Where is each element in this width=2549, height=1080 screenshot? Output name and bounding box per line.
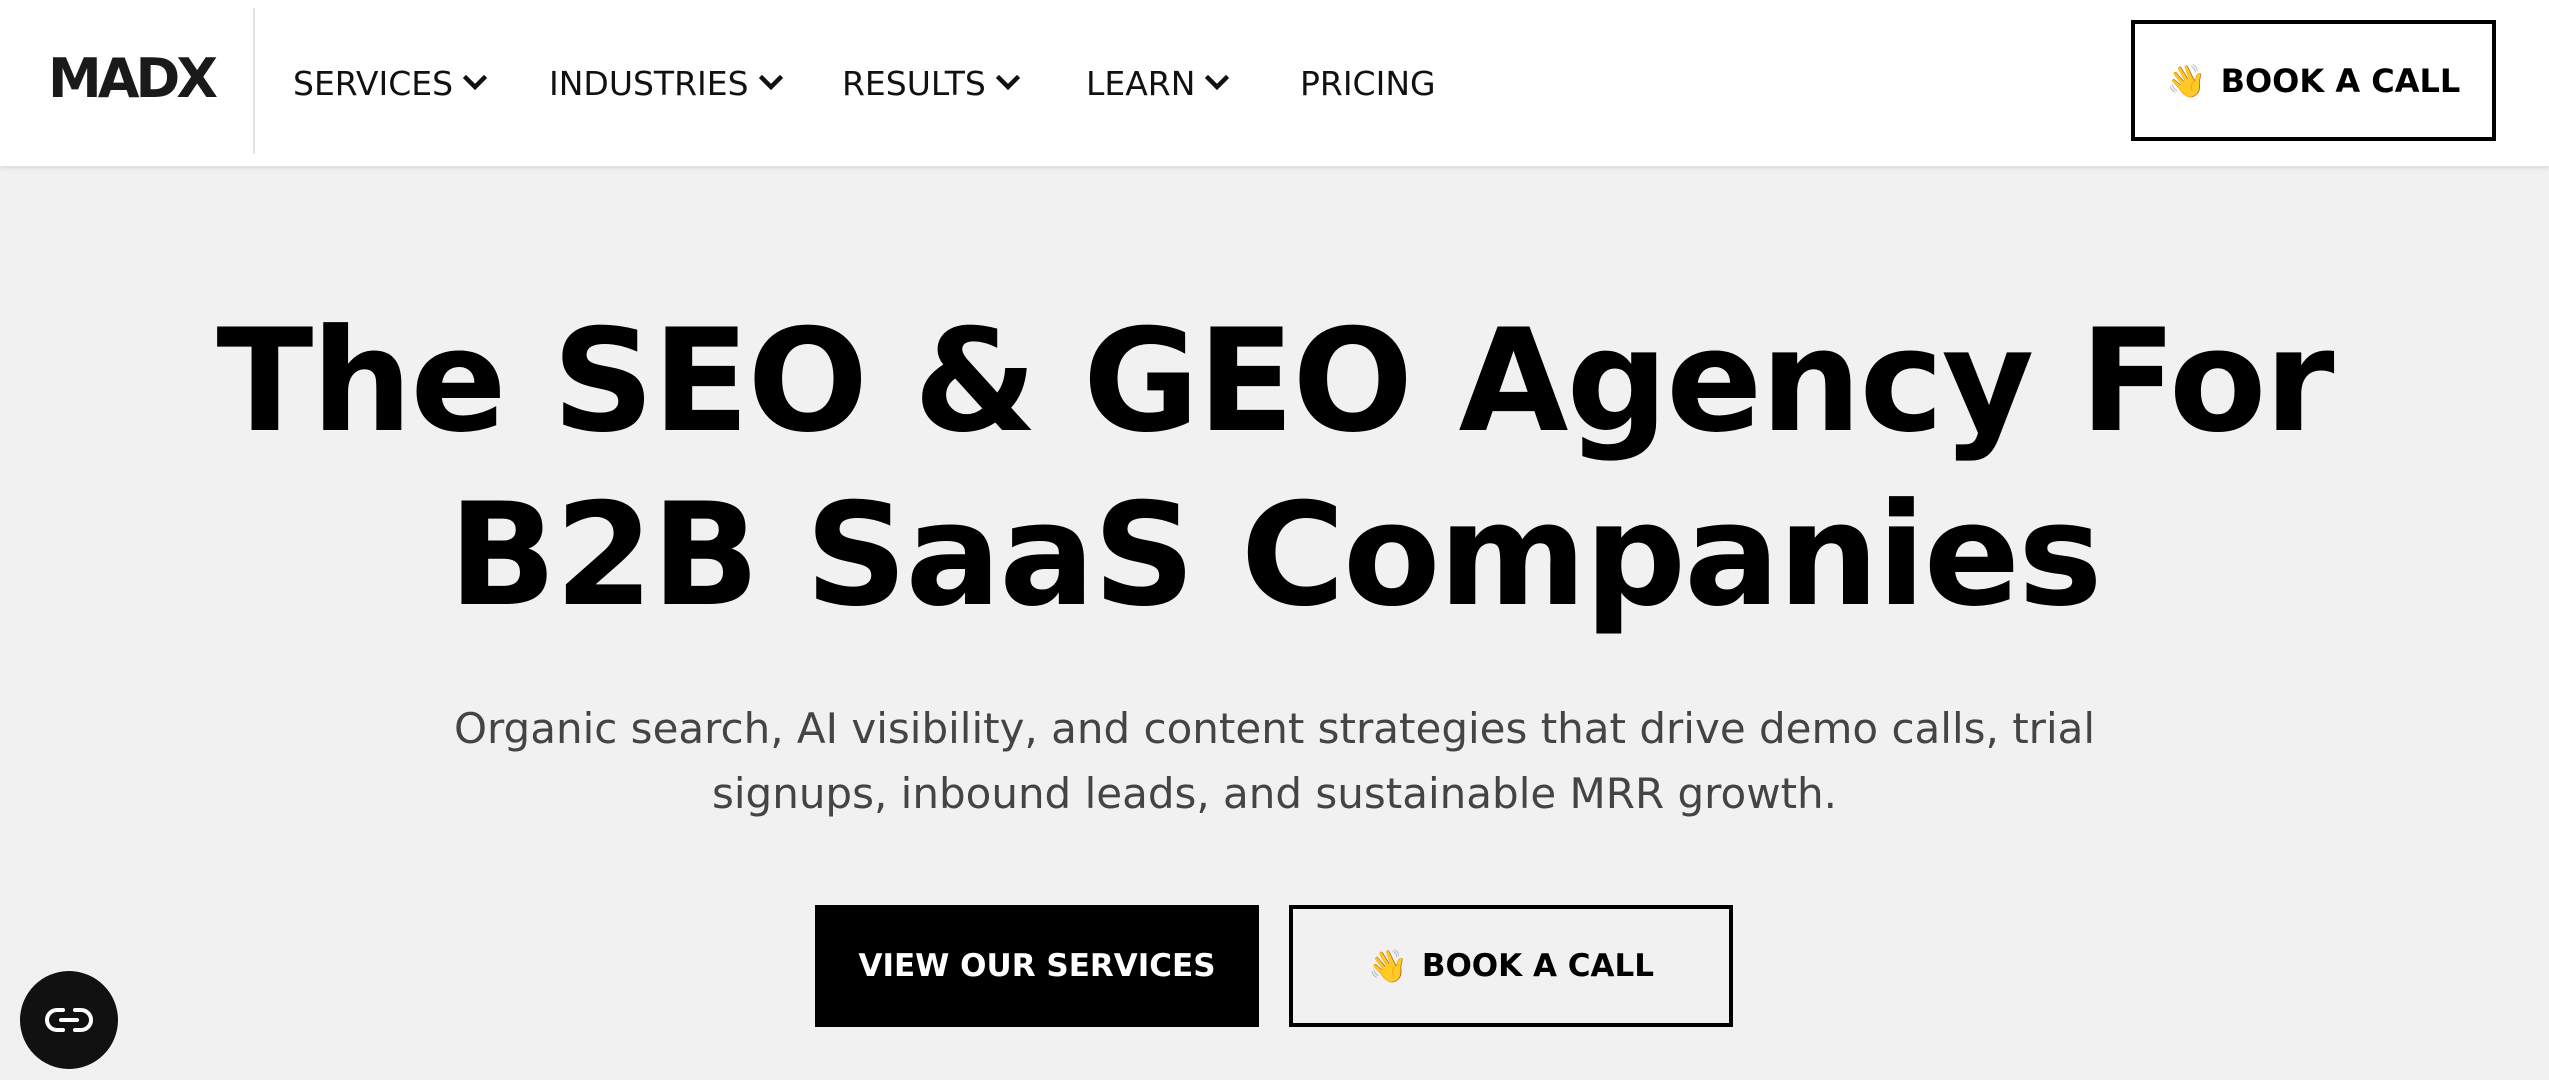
chevron-down-icon — [463, 75, 488, 91]
nav-item-services[interactable]: SERVICES — [293, 60, 488, 106]
site-header: MADX SERVICES INDUSTRIES RESULTS LEARN P… — [0, 0, 2549, 166]
nav-item-label: INDUSTRIES — [549, 63, 749, 103]
hero-book-call-button[interactable]: 👋 BOOK A CALL — [1289, 905, 1733, 1027]
madx-logo[interactable]: MADX — [48, 52, 218, 106]
hero-title: The SEO & GEO Agency For B2B SaaS Compan… — [150, 295, 2399, 643]
nav-item-industries[interactable]: INDUSTRIES — [549, 60, 783, 106]
header-book-call-label: BOOK A CALL — [2220, 61, 2461, 100]
nav-item-label: PRICING — [1300, 63, 1436, 103]
hero-subtitle-line-2: signups, inbound leads, and sustainable … — [711, 769, 1838, 818]
hero-title-line-2: B2B SaaS Companies — [448, 473, 2102, 638]
nav-item-label: RESULTS — [842, 63, 986, 103]
view-our-services-button[interactable]: VIEW OUR SERVICES — [815, 905, 1259, 1027]
nav-item-pricing[interactable]: PRICING — [1300, 60, 1436, 106]
logo-divider — [253, 8, 255, 154]
hero-book-call-label: BOOK A CALL — [1421, 948, 1655, 984]
hero-title-line-1: The SEO & GEO Agency For — [216, 299, 2334, 464]
nav-item-results[interactable]: RESULTS — [842, 60, 1020, 106]
hero-subtitle-line-1: Organic search, AI visibility, and conte… — [453, 704, 2096, 753]
nav-item-learn[interactable]: LEARN — [1086, 60, 1230, 106]
chevron-down-icon — [1205, 75, 1230, 91]
nav-item-label: LEARN — [1086, 63, 1196, 103]
chevron-down-icon — [758, 75, 783, 91]
waving-hand-icon: 👋 — [1367, 947, 1408, 985]
cookie-settings-icon — [45, 1008, 93, 1032]
cookie-settings-button[interactable] — [20, 971, 118, 1069]
header-book-call-button[interactable]: 👋 BOOK A CALL — [2131, 20, 2496, 141]
hero-subtitle: Organic search, AI visibility, and conte… — [400, 696, 2149, 826]
waving-hand-icon: 👋 — [2166, 61, 2207, 100]
nav-item-label: SERVICES — [293, 63, 454, 103]
chevron-down-icon — [995, 75, 1020, 91]
